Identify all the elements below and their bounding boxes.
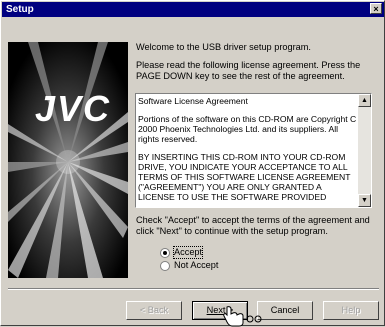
license-paragraph: Portions of the software on this CD-ROM …: [138, 114, 357, 144]
not-accept-label[interactable]: Not Accept: [174, 260, 218, 271]
license-paragraph: BY INSERTING THIS CD-ROM INTO YOUR CD-RO…: [138, 152, 351, 202]
accept-label[interactable]: Accept: [172, 246, 204, 259]
hand-pointer-icon: [223, 306, 262, 327]
help-button[interactable]: Help: [323, 301, 379, 320]
radio-selected-dot: [163, 251, 167, 255]
back-button[interactable]: < Back: [126, 301, 182, 320]
button-separator: [8, 288, 379, 290]
scroll-down-arrow-icon[interactable]: ▼: [358, 194, 371, 207]
not-accept-radio[interactable]: [160, 261, 170, 271]
cancel-button[interactable]: Cancel: [257, 301, 313, 320]
brand-image: JVC: [8, 42, 128, 278]
license-content: Software License Agreement Portions of t…: [138, 96, 357, 205]
scroll-up-arrow-icon[interactable]: ▲: [358, 94, 371, 107]
license-textarea[interactable]: Software License Agreement Portions of t…: [135, 93, 372, 208]
accept-instruction: Check "Accept" to accept the terms of th…: [136, 215, 370, 236]
accept-radio[interactable]: [160, 248, 170, 258]
close-button[interactable]: ×: [370, 3, 382, 14]
window-title: Setup: [6, 4, 34, 15]
jvc-logo: JVC: [35, 88, 112, 129]
welcome-text: Welcome to the USB driver setup program.: [136, 42, 311, 52]
read-instructions: Please read the following license agreem…: [136, 60, 361, 81]
license-heading: Software License Agreement: [138, 96, 248, 106]
license-scrollbar[interactable]: ▲ ▼: [358, 94, 371, 207]
setup-window: Setup × JVC Welcome to the USB driver se…: [0, 0, 385, 327]
light-rays-graphic: [8, 42, 128, 278]
title-bar[interactable]: Setup ×: [2, 2, 384, 17]
intro-text: Welcome to the USB driver setup program.…: [136, 42, 368, 89]
